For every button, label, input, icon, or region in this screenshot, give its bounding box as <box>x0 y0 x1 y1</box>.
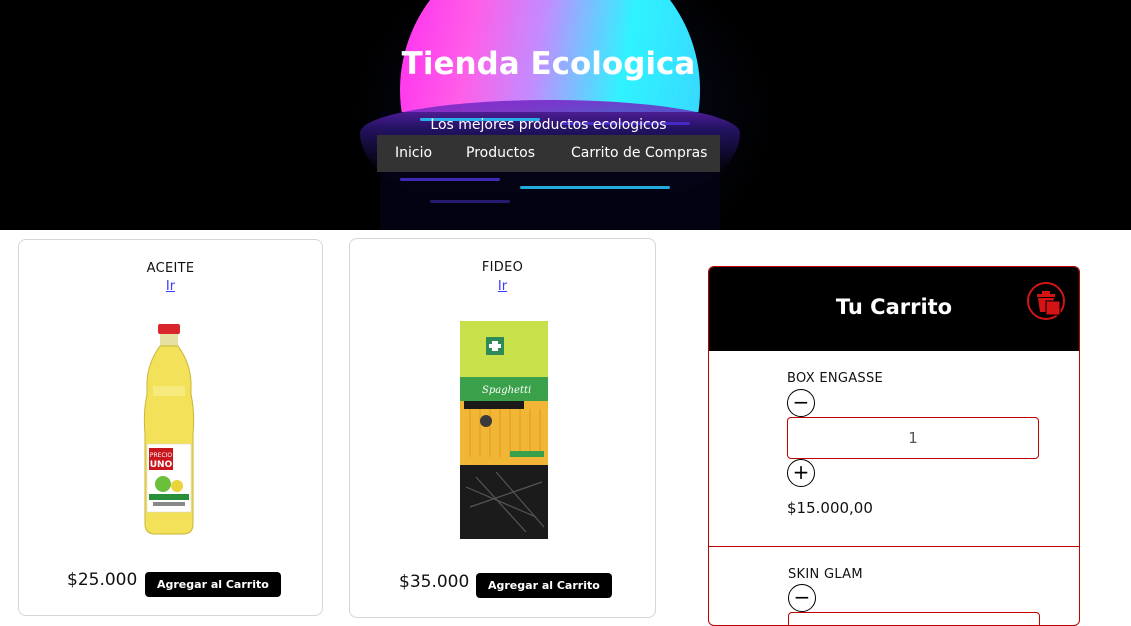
nav-item-carrito[interactable]: Carrito de Compras <box>571 145 707 161</box>
cart-item-name: SKIN GLAM <box>788 567 863 582</box>
svg-text:Spaghetti: Spaghetti <box>482 385 531 396</box>
add-to-cart-button[interactable]: Agregar al Carrito <box>145 572 281 597</box>
quantity-input[interactable] <box>787 417 1039 459</box>
hero-wave <box>520 186 670 189</box>
product-name: ACEITE <box>146 261 195 276</box>
page-title: Tienda Ecologica <box>401 46 696 82</box>
hero-wave <box>430 200 510 203</box>
cart-header: Tu Carrito <box>709 267 1079 351</box>
product-price: $25.000 <box>67 570 138 590</box>
nav-item-productos[interactable]: Productos <box>466 145 535 161</box>
oil-bottle-image: PRECIO UNO <box>143 324 195 535</box>
nav-item-inicio[interactable]: Inicio <box>395 145 432 161</box>
increase-quantity-button[interactable]: + <box>787 459 815 487</box>
svg-text:UNO: UNO <box>150 460 173 470</box>
product-price: $35.000 <box>399 572 470 592</box>
decrease-quantity-button[interactable]: − <box>788 584 816 612</box>
product-link[interactable]: Ir <box>350 279 655 294</box>
cart-item-price: $15.000,00 <box>787 499 873 517</box>
add-to-cart-button[interactable]: Agregar al Carrito <box>476 573 612 598</box>
cart-item-name: BOX ENGASSE <box>787 371 884 386</box>
cart-title: Tu Carrito <box>835 295 953 319</box>
product-link[interactable]: Ir <box>19 279 322 294</box>
product-card: ACEITE Ir PRECIO UNO $25.000 Agregar al … <box>18 239 323 616</box>
product-name: FIDEO <box>481 260 524 275</box>
hero-banner: Tienda Ecologica Los mejores productos e… <box>0 0 1131 230</box>
hero-wave <box>400 178 500 181</box>
page-subtitle: Los mejores productos ecologicos <box>430 117 667 133</box>
product-card: FIDEO Ir Spaghetti $35.000 Agregar al Ca… <box>349 238 656 618</box>
spaghetti-pack-image: Spaghetti <box>460 321 548 539</box>
main-nav: Inicio Productos Carrito de Compras <box>377 135 720 172</box>
decrease-quantity-button[interactable]: − <box>787 389 815 417</box>
cart-panel: Tu Carrito BOX ENGASSE − + $15.000,00 SK… <box>708 266 1080 626</box>
cart-divider <box>709 546 1079 547</box>
svg-text:PRECIO: PRECIO <box>150 452 173 459</box>
quantity-input[interactable] <box>788 612 1040 625</box>
trash-icon[interactable] <box>1026 281 1066 321</box>
